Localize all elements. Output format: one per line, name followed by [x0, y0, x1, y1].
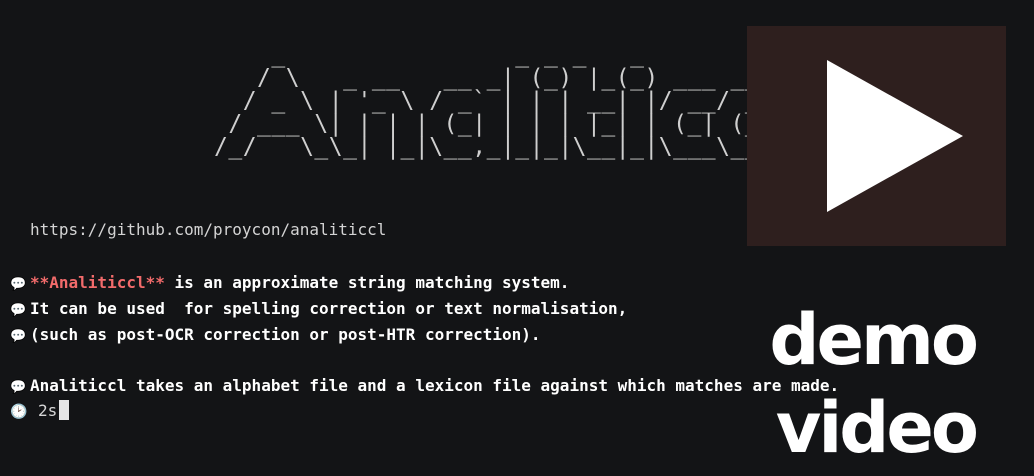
play-icon[interactable] [827, 60, 963, 212]
speech-bubble-icon: 💬 [10, 277, 27, 292]
terminal-line-3: 💬 (such as post-OCR correction or post-HT… [10, 325, 541, 344]
speech-bubble-icon: 💬 [10, 329, 27, 344]
terminal-line-2: 💬 It can be used for spelling correction … [10, 299, 627, 318]
highlighted-name: **Analiticcl** [30, 273, 165, 292]
repo-url: https://github.com/proycon/analiticcl [30, 220, 387, 239]
terminal-line-4: 💬 Analiticcl takes an alphabet file and a… [10, 376, 839, 395]
line3-text: (such as post-OCR correction or post-HTR… [30, 325, 541, 344]
terminal-line-1: 💬 **Analiticcl** is an approximate string… [10, 273, 569, 292]
speech-bubble-icon: 💬 [10, 303, 27, 318]
line1-text: is an approximate string matching system… [164, 273, 570, 292]
line2-text: It can be used for spelling correction o… [30, 299, 628, 318]
video-thumbnail[interactable] [747, 26, 1006, 246]
line4-text: Analiticcl takes an alphabet file and a … [30, 376, 840, 395]
clock-icon: 🕑 [10, 404, 28, 420]
video-label: video [775, 387, 979, 469]
elapsed-time: 2s [38, 401, 58, 420]
terminal-prompt: 🕑 2s [10, 400, 70, 420]
ascii-logo: _ _ _ _ _ _ / \ _ __ __ _| (_) |_(_) ___… [214, 42, 817, 160]
demo-label: demo [769, 299, 979, 381]
speech-bubble-icon: 💬 [10, 380, 27, 395]
terminal-cursor [59, 400, 70, 420]
